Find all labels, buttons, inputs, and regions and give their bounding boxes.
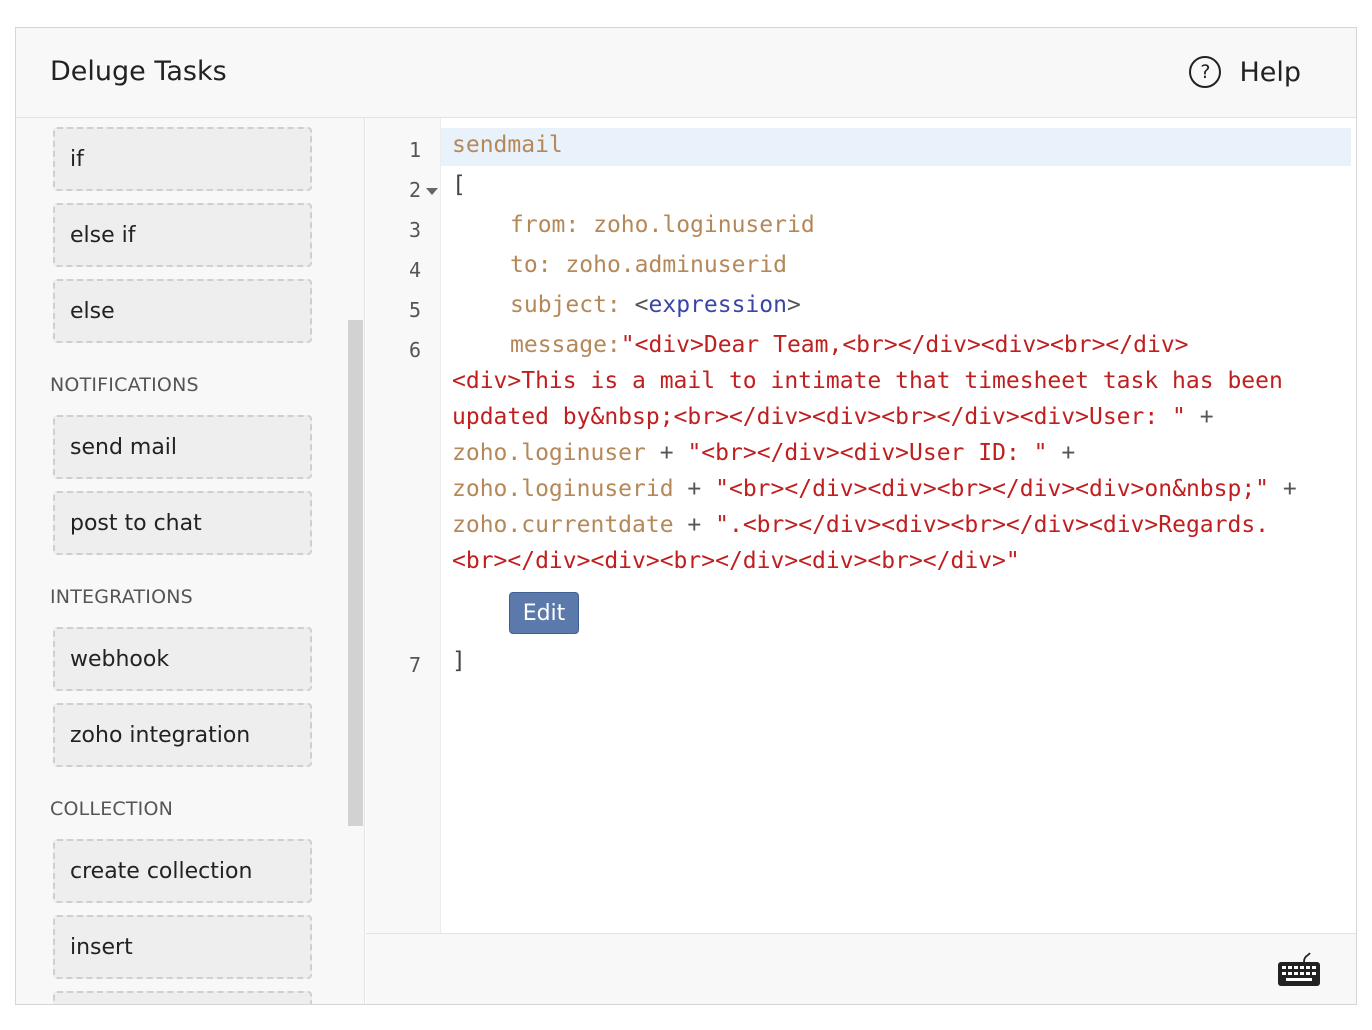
code-line-2: [ <box>452 172 466 198</box>
code-wrap-1: <div>This is a mail to intimate that tim… <box>452 368 1283 394</box>
window-header: Deluge Tasks ? Help <box>16 28 1356 118</box>
code-token: zoho.loginuserid <box>593 212 815 238</box>
code-token: to: <box>510 252 552 278</box>
code-token: + <box>1061 440 1076 466</box>
task-zoho-integration[interactable]: zoho integration <box>53 703 312 767</box>
code-token: "<div>Dear Team,<br></div><div><br></div… <box>620 332 1189 358</box>
sidebar-scrollbar[interactable] <box>348 320 363 826</box>
task-else-if[interactable]: else if <box>53 203 312 267</box>
code-wrap-4: zoho.loginuserid + "<br></div><div><br><… <box>452 476 1297 502</box>
code-line-5: subject: <expression> <box>510 292 801 318</box>
section-notifications: NOTIFICATIONS <box>50 374 199 396</box>
editor-footer <box>366 933 1356 1004</box>
code-token: updated by&nbsp;<br></div><div><br></div… <box>452 404 1186 430</box>
code-token: [ <box>452 172 466 198</box>
task-create-collection[interactable]: create collection <box>53 839 312 903</box>
code-editor[interactable]: 1 2 3 4 5 6 7 sendmail [ from: zoho.logi… <box>366 118 1356 933</box>
code-token: zoho.loginuserid <box>452 476 674 502</box>
code-token: "<br></div><div><br></div><div>on&nbsp;" <box>715 476 1270 502</box>
edit-button[interactable]: Edit <box>509 592 579 634</box>
help-icon: ? <box>1189 56 1222 88</box>
code-line-6: message:"<div>Dear Team,<br></div><div><… <box>510 332 1189 358</box>
line-number: 6 <box>408 338 421 362</box>
task-post-to-chat[interactable]: post to chat <box>53 491 312 555</box>
window-title: Deluge Tasks <box>50 56 227 87</box>
code-token: + <box>1199 404 1214 430</box>
task-sidebar: if else if else NOTIFICATIONS send mail … <box>16 118 365 1004</box>
code-token: zoho.loginuser <box>452 440 646 466</box>
code-wrap-3: zoho.loginuser + "<br></div><div>User ID… <box>452 440 1075 466</box>
line-number: 7 <box>408 653 421 677</box>
code-token: <br></div><div><br></div><div><br></div>… <box>452 548 1020 574</box>
task-insert[interactable]: insert <box>53 915 312 979</box>
task-send-mail[interactable]: send mail <box>53 415 312 479</box>
task-webhook[interactable]: webhook <box>53 627 312 691</box>
section-collection: COLLECTION <box>50 798 174 820</box>
task-if[interactable]: if <box>53 127 312 191</box>
fold-arrow-icon[interactable] <box>426 188 438 195</box>
code-token: < <box>634 292 649 318</box>
code-token: zoho.adminuserid <box>565 252 787 278</box>
help-button[interactable]: ? Help <box>1189 56 1301 88</box>
code-wrap-6: <br></div><div><br></div><div><br></div>… <box>452 548 1020 574</box>
line-number: 1 <box>408 138 421 162</box>
task-next-partial[interactable] <box>53 991 312 1004</box>
code-line-1: sendmail <box>452 132 563 158</box>
code-token: + <box>659 440 674 466</box>
keyboard-icon[interactable] <box>1276 950 1322 994</box>
code-token: > <box>786 292 801 318</box>
code-token: message: <box>510 332 621 358</box>
code-token: zoho.currentdate <box>452 512 674 538</box>
help-label: Help <box>1239 56 1301 88</box>
code-token: from: <box>510 212 580 238</box>
active-line-highlight <box>441 128 1351 166</box>
line-number: 5 <box>408 298 421 322</box>
code-token: + <box>687 512 702 538</box>
code-line-3: from: zoho.loginuserid <box>510 212 815 238</box>
line-number: 4 <box>408 258 421 282</box>
code-token: <div>This is a mail to intimate that tim… <box>452 368 1283 394</box>
line-number: 3 <box>408 218 421 242</box>
code-token: "<br></div><div>User ID: " <box>687 440 1048 466</box>
code-line-4: to: zoho.adminuserid <box>510 252 787 278</box>
code-token: sendmail <box>452 132 563 158</box>
code-wrap-5: zoho.currentdate + ".<br></div><div><br>… <box>452 512 1269 538</box>
code-wrap-2: updated by&nbsp;<br></div><div><br></div… <box>452 404 1214 430</box>
code-token: + <box>687 476 702 502</box>
deluge-tasks-window: Deluge Tasks ? Help if else if else NOTI… <box>15 27 1357 1005</box>
line-number-gutter: 1 2 3 4 5 6 7 <box>366 118 441 933</box>
section-integrations: INTEGRATIONS <box>50 586 193 608</box>
code-line-7: ] <box>452 648 466 674</box>
code-token: + <box>1282 476 1297 502</box>
code-token: ] <box>452 648 466 674</box>
line-number: 2 <box>408 178 421 202</box>
task-else[interactable]: else <box>53 279 312 343</box>
code-token: expression <box>648 292 787 318</box>
code-token: subject: <box>510 292 621 318</box>
code-token: ".<br></div><div><br></div><div>Regards. <box>715 512 1270 538</box>
